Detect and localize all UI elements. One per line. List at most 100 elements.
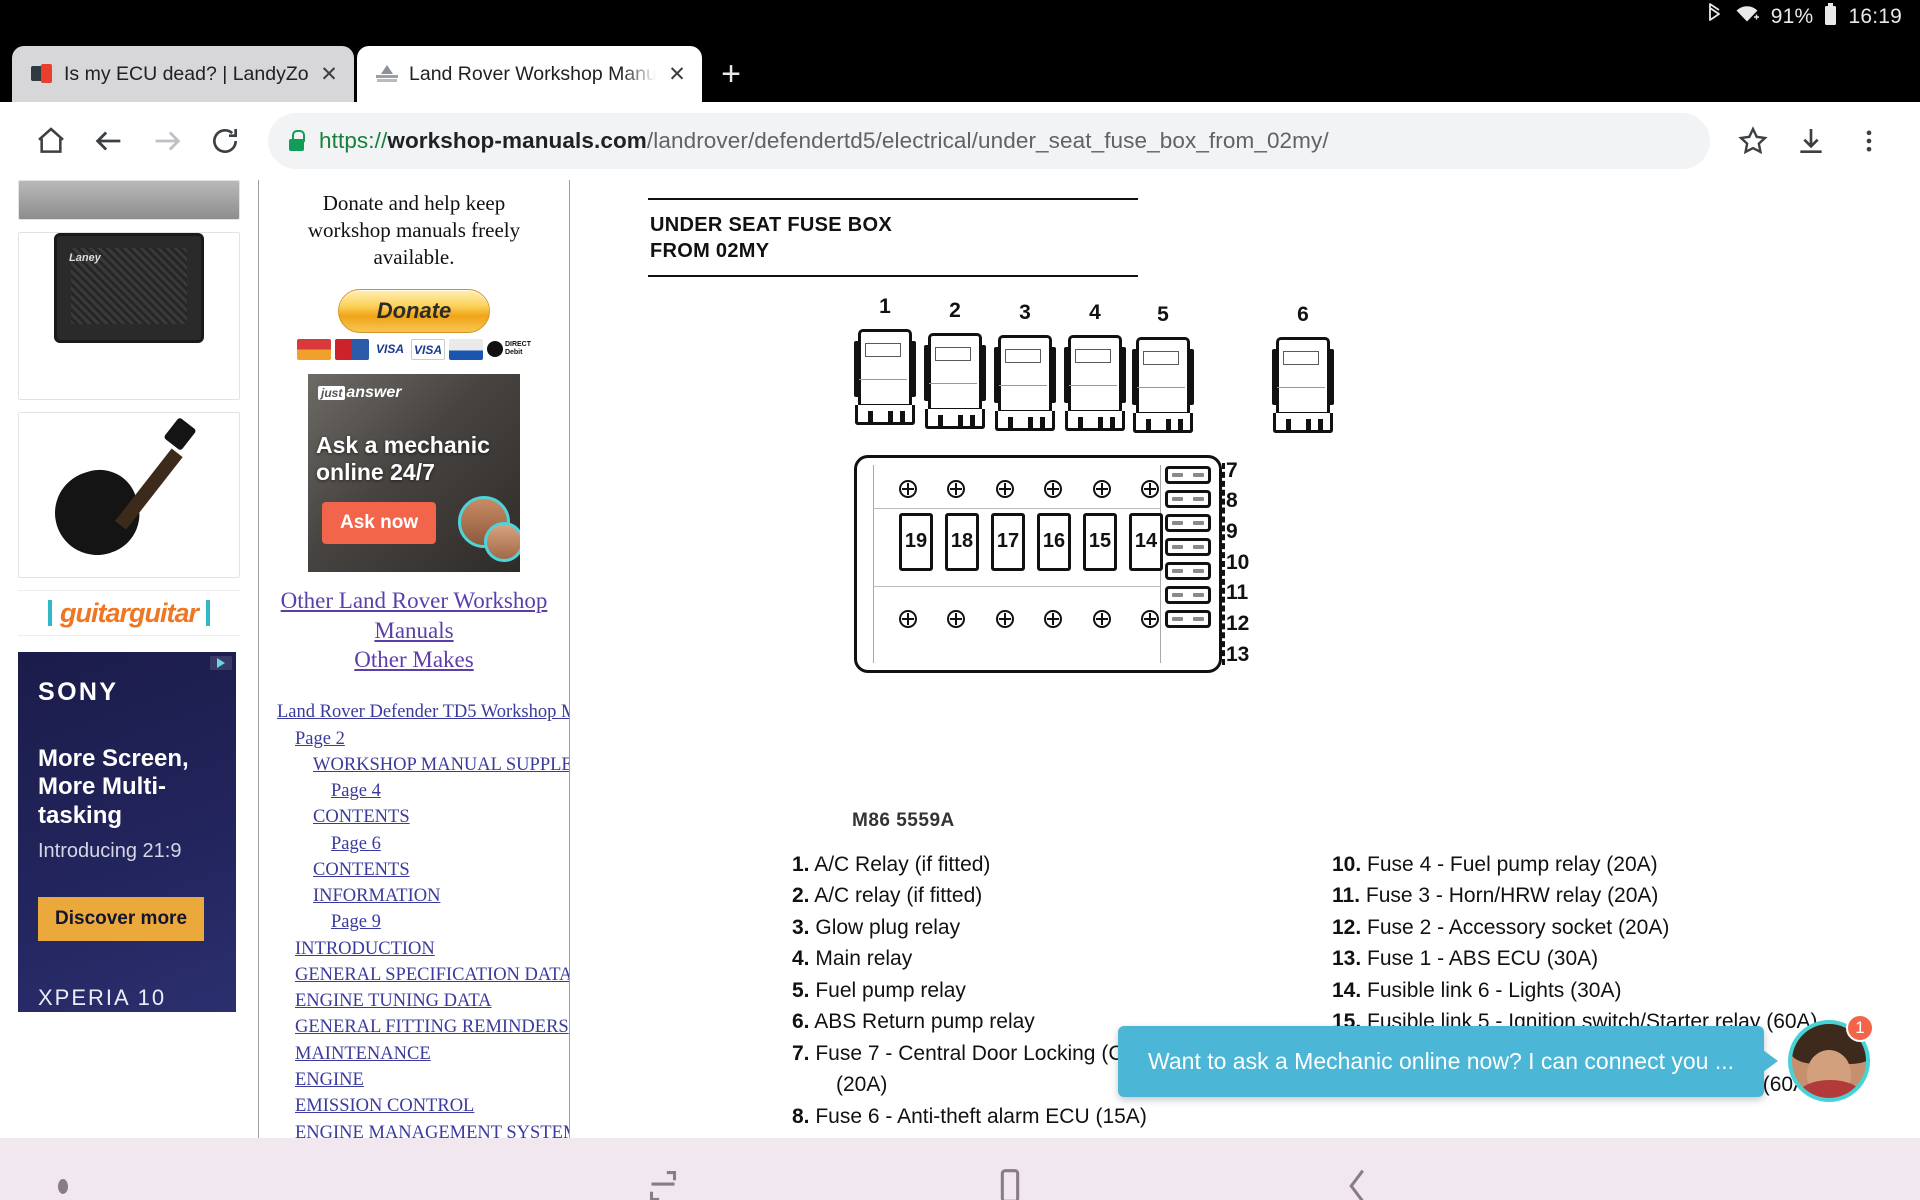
overflow-menu-icon[interactable] <box>1840 112 1898 170</box>
link-other-makes[interactable]: Other Makes <box>269 645 559 675</box>
browser-toolbar: https://workshop-manuals.com/landrover/d… <box>0 102 1920 180</box>
legend-item: 10. Fuse 4 - Fuel pump relay (20A) <box>1332 850 1872 880</box>
legend-item-text: A/C Relay (if fitted) <box>814 853 991 876</box>
figure-code-label: M86 5559A <box>852 810 955 831</box>
manual-link[interactable]: ENGINE TUNING DATA <box>295 988 559 1014</box>
discover-more-button[interactable]: Discover more <box>38 896 205 941</box>
url-host: workshop-manuals.com <box>387 127 647 153</box>
relay-number: 4 <box>1089 300 1101 324</box>
product-thumbnail-guitar[interactable] <box>18 412 240 578</box>
sony-xperia-ad[interactable]: SONY More Screen, More Multi-tasking Int… <box>18 652 236 1012</box>
adchoices-icon[interactable] <box>210 656 232 670</box>
legend-item-number: 7. <box>792 1041 810 1065</box>
address-bar[interactable]: https://workshop-manuals.com/landrover/d… <box>268 112 1710 169</box>
manual-link[interactable]: Page 2 <box>295 726 559 752</box>
screw-row-top <box>899 479 1159 498</box>
legend-item-number: 4. <box>792 947 810 971</box>
screw-icon <box>995 479 1014 498</box>
maestro-alt-icon <box>449 338 483 360</box>
legend-item-text: Fuse 2 - Accessory socket (20A) <box>1367 915 1670 939</box>
download-icon[interactable] <box>1782 112 1840 170</box>
ad-headline: More Screen, More Multi-tasking <box>38 745 189 829</box>
clock-label: 16:19 <box>1848 5 1902 28</box>
legend-item-text: Fusible link 6 - Lights (30A) <box>1367 978 1622 1002</box>
url-path: /landrover/defendertd5/electrical/under_… <box>646 127 1329 153</box>
legend-item: 1. A/C Relay (if fitted) <box>792 850 1332 880</box>
legend-item-number: 13. <box>1332 947 1362 971</box>
browser-tab-workshop-manuals[interactable]: Land Rover Workshop Manua ✕ <box>357 46 702 102</box>
browser-tab-landyzone[interactable]: Is my ECU dead? | LandyZon ✕ <box>12 46 354 102</box>
manual-link[interactable]: ENGINE MANAGEMENT SYSTEM <box>295 1120 569 1138</box>
chat-message-bubble[interactable]: Want to ask a Mechanic online now? I can… <box>1118 1025 1764 1097</box>
manual-link[interactable]: MAINTENANCE <box>295 1041 559 1067</box>
donate-button[interactable]: Donate <box>338 288 490 333</box>
star-icon[interactable] <box>1724 112 1782 170</box>
legend-item: 5. Fuel pump relay <box>792 976 1332 1006</box>
workshop-manuals-favicon <box>375 62 399 86</box>
manual-link[interactable]: INFORMATION <box>313 883 559 909</box>
guitarguitar-banner[interactable]: guitarguitar <box>18 590 240 636</box>
legend-item-number: 11. <box>1332 884 1361 908</box>
relay-block-2: 2 <box>924 299 986 433</box>
fusible-link <box>1165 513 1211 532</box>
fusible-link-number: 11 <box>1226 581 1249 605</box>
fusible-link-column <box>1165 465 1211 628</box>
manual-link[interactable]: Land Rover Defender TD5 Workshop Manual <box>277 699 569 725</box>
fusible-link <box>1165 537 1211 556</box>
fuse-slot: 14 <box>1129 512 1163 571</box>
legend-item-text: Main relay <box>815 947 913 971</box>
legend-item-number: 2. <box>792 884 810 908</box>
home-icon[interactable] <box>22 112 80 170</box>
ad-headline: Ask a mechanic online 24/7 <box>316 431 490 485</box>
recents-icon[interactable] <box>640 1163 686 1200</box>
relay-block-3: 3 <box>994 301 1056 435</box>
payment-methods-row: VISA VISA DIRECT Debit <box>269 338 559 360</box>
android-status-bar: 91% 16:19 <box>0 0 1920 34</box>
legend-item: 8. Fuse 6 - Anti-theft alarm ECU (15A) <box>792 1102 1332 1132</box>
ask-now-button[interactable]: Ask now <box>322 501 437 544</box>
product-thumbnail-laney-amp[interactable]: Laney <box>18 232 240 400</box>
new-tab-button[interactable]: + <box>702 46 760 102</box>
manual-link[interactable]: INTRODUCTION <box>295 936 559 962</box>
reload-icon[interactable] <box>196 112 254 170</box>
legend-item-text: Fuel pump relay <box>815 978 966 1002</box>
screw-icon <box>1092 479 1111 498</box>
back-arrow-icon[interactable] <box>80 112 138 170</box>
home-square-icon[interactable] <box>987 1163 1033 1200</box>
screw-icon <box>1044 479 1063 498</box>
legend-item: 12. Fuse 2 - Accessory socket (20A) <box>1332 913 1872 943</box>
manual-link[interactable]: Page 6 <box>331 831 559 857</box>
manual-link[interactable]: ENGINE <box>295 1067 559 1093</box>
product-thumbnail-amp-top[interactable] <box>18 180 240 220</box>
manual-link[interactable]: GENERAL SPECIFICATION DATA <box>295 962 569 988</box>
manual-link[interactable]: WORKSHOP MANUAL SUPPLEMENT <box>313 752 569 778</box>
manual-link[interactable]: GENERAL FITTING REMINDERS <box>295 1014 569 1040</box>
legend-item-number: 8. <box>792 1104 810 1128</box>
page-title: UNDER SEAT FUSE BOX FROM 02MY <box>648 198 1138 277</box>
manual-link[interactable]: Page 4 <box>331 778 559 804</box>
link-other-land-rover-manuals[interactable]: Other Land Rover Workshop Manuals <box>269 586 559 646</box>
fusible-link <box>1165 561 1211 580</box>
chat-widget[interactable]: Want to ask a Mechanic online now? I can… <box>1118 1014 1874 1102</box>
fuse-slot: 16 <box>1037 512 1071 571</box>
close-icon[interactable]: ✕ <box>318 64 340 85</box>
manual-link[interactable]: EMISSION CONTROL <box>295 1093 559 1119</box>
url-scheme: https:// <box>319 127 388 153</box>
manual-link[interactable]: CONTENTS <box>313 804 559 830</box>
relay-number: 1 <box>879 294 891 318</box>
manual-link[interactable]: CONTENTS <box>313 857 559 883</box>
url-text: https://workshop-manuals.com/landrover/d… <box>319 128 1329 154</box>
justanswer-ad[interactable]: just answer Ask a mechanic online 24/7 As… <box>308 373 520 572</box>
back-chevron-icon[interactable] <box>1334 1163 1380 1200</box>
bluetooth-icon <box>1706 2 1723 32</box>
close-icon[interactable]: ✕ <box>666 64 688 85</box>
divider <box>47 600 52 626</box>
legend-item-number: 5. <box>792 978 810 1002</box>
divider <box>206 600 210 626</box>
screw-icon <box>1140 479 1159 498</box>
manual-link[interactable]: Page 9 <box>331 909 559 935</box>
legend-item: 3. Glow plug relay <box>792 913 1332 943</box>
fusible-link <box>1165 489 1211 508</box>
donate-message: Donate and help keep workshop manuals fr… <box>307 191 521 269</box>
legend-item-number: 14. <box>1332 978 1362 1002</box>
